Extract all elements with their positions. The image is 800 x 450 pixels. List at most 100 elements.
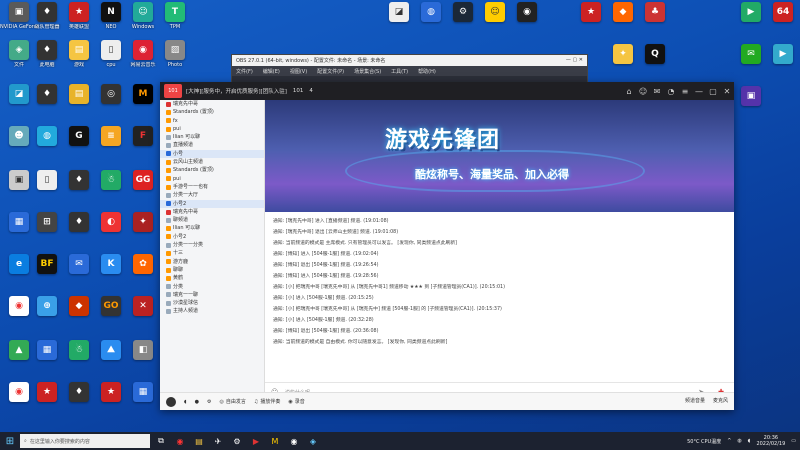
desktop-icon[interactable]: ★ 英雄联盟 [62, 2, 96, 38]
desktop-icon[interactable]: ⊞ [30, 212, 64, 248]
minimize-icon[interactable]: — [692, 84, 706, 98]
channel-item[interactable]: 小号 [160, 149, 264, 159]
desktop-icon[interactable]: T TPM [158, 2, 192, 38]
channel-item[interactable]: 瑞克先中哥 [160, 208, 264, 216]
desktop-icon[interactable]: ◍ [30, 126, 64, 162]
desktop-icon[interactable]: ◪ [382, 2, 416, 38]
menu-item[interactable]: 工具(T) [391, 68, 408, 75]
channel-item[interactable]: Ilian 可以聊 [160, 133, 264, 141]
desktop-icon[interactable]: ◧ [126, 340, 160, 376]
explorer-icon[interactable]: ▤ [191, 433, 207, 449]
desktop-icon[interactable]: ★ [94, 382, 128, 418]
mic-status-label[interactable]: 麦克风 [713, 397, 728, 404]
desktop-icon[interactable]: ♦ [62, 212, 96, 248]
app-icon[interactable]: M [267, 433, 283, 449]
desktop-icon[interactable]: ◎ [94, 84, 128, 120]
settings-icon[interactable]: ⚙ [207, 399, 211, 405]
desktop-icon[interactable]: ≡ [94, 126, 128, 162]
desktop-icon[interactable]: ♣ [638, 2, 672, 38]
desktop-icon[interactable]: ♦ 此电脑 [30, 40, 64, 76]
app-icon[interactable]: ◈ [305, 433, 321, 449]
channel-item[interactable]: 分类一大厅 [160, 191, 264, 199]
channel-item[interactable]: 瑞克一一聊 [160, 291, 264, 299]
desktop-icon[interactable]: ◍ [414, 2, 448, 38]
desktop-icon[interactable]: ✉ [734, 44, 768, 80]
channel-item[interactable]: 游方鹿 [160, 258, 264, 266]
channel-item[interactable]: 直播频道 [160, 141, 264, 149]
desktop-icon[interactable]: 64 [766, 2, 800, 38]
channel-item[interactable]: 手游号一一也有 [160, 183, 264, 191]
desktop-icon[interactable]: ☃ [62, 340, 96, 376]
channel-item[interactable]: 聊频道 [160, 216, 264, 224]
channel-item[interactable]: 小号2 [160, 233, 264, 241]
voice-chat-window[interactable]: 101 [大神][服务中，开启优质服务][团队入驻] 101 4 ⌂ ☺ ✉ ◔… [160, 82, 734, 410]
desktop-icon[interactable]: ⚙ [446, 2, 480, 38]
desktop-icon[interactable]: ✕ [126, 296, 160, 332]
desktop-icon[interactable]: ☺ [478, 2, 512, 38]
channel-item[interactable]: pui [160, 175, 264, 183]
channel-item[interactable]: 云风山主频道 [160, 158, 264, 166]
desktop-icon[interactable]: ◐ [94, 212, 128, 248]
channel-item[interactable]: Standards (置顶) [160, 108, 264, 116]
menu-item[interactable]: 配置文件(P) [317, 68, 344, 75]
bell-icon[interactable]: ◔ [664, 84, 678, 98]
desktop-icon[interactable]: ✦ [126, 212, 160, 248]
desktop-icon[interactable]: ⊕ [30, 296, 64, 332]
channel-item[interactable]: 沙漠星球信 [160, 299, 264, 307]
desktop-icon[interactable]: ◉ [510, 2, 544, 38]
desktop-icon[interactable]: ✿ [126, 254, 160, 290]
menu-item[interactable]: 文件(F) [236, 68, 253, 75]
channel-item[interactable]: 分类 [160, 283, 264, 291]
desktop-icon[interactable]: ▶ [766, 44, 800, 80]
desktop-icon[interactable]: ♦ 战队管理器 [30, 2, 64, 38]
desktop-icon[interactable]: ✉ [62, 254, 96, 290]
desktop-icon[interactable]: ♦ [62, 170, 96, 206]
desktop-icon[interactable]: ★ [30, 382, 64, 418]
desktop-icon[interactable]: F [126, 126, 160, 162]
maximize-icon[interactable]: ▢ [706, 84, 720, 98]
channel-item[interactable]: Ilian 可以聊 [160, 224, 264, 232]
home-icon[interactable]: ⌂ [622, 84, 636, 98]
desktop-icon[interactable]: GO [94, 296, 128, 332]
desktop-icon[interactable]: ▤ 游戏 [62, 40, 96, 76]
obs-icon[interactable]: ◉ [286, 433, 302, 449]
avatar[interactable] [166, 396, 176, 407]
notification-icon[interactable]: ▭ [791, 438, 796, 444]
desktop-icon[interactable]: K [94, 254, 128, 290]
channel-item[interactable]: 主持人频道 [160, 307, 264, 315]
task-view-icon[interactable]: ⧉ [153, 433, 169, 449]
windows-start-icon[interactable]: ⊞ [0, 432, 20, 450]
desktop-icon[interactable]: ▤ [62, 84, 96, 120]
desktop-icon[interactable]: ☺ Windows [126, 2, 160, 38]
channel-item[interactable]: 分类一一分类 [160, 241, 264, 249]
network-icon[interactable]: ◍ [737, 438, 741, 444]
menu-item[interactable]: 视图(V) [290, 68, 307, 75]
chevron-up-icon[interactable]: ^ [727, 438, 731, 444]
channel-item[interactable]: 十三 [160, 249, 264, 257]
channel-item[interactable]: pui [160, 125, 264, 133]
promo-banner[interactable]: 游戏先锋团 酷炫称号、海量奖品、加入必得 [265, 100, 734, 212]
channel-item[interactable]: Standards (置顶) [160, 166, 264, 174]
volume-icon[interactable]: ◖ [748, 438, 751, 444]
user-icon[interactable]: ☺ [636, 84, 650, 98]
speaker-icon[interactable]: ◖ [184, 399, 187, 405]
channel-item[interactable]: fx [160, 117, 264, 125]
desktop-icon[interactable]: G [62, 126, 96, 162]
play-accompaniment-button[interactable]: ♫ 播放伴奏 [254, 398, 281, 406]
channel-item[interactable]: 聊聊 [160, 266, 264, 274]
app-icon[interactable]: ▶ [248, 433, 264, 449]
desktop-icon[interactable]: ▦ [30, 340, 64, 376]
desktop-icon[interactable]: ✦ [606, 44, 640, 80]
desktop-icon[interactable]: ▶ [734, 2, 768, 38]
record-button[interactable]: ◉ 录音 [288, 398, 304, 406]
desktop-icon[interactable]: ♦ [30, 84, 64, 120]
chat-icon[interactable]: ✉ [650, 84, 664, 98]
menu-icon[interactable]: ≡ [678, 84, 692, 98]
close-icon[interactable]: ✕ [720, 84, 734, 98]
window-controls[interactable]: — ▢ ✕ [566, 57, 583, 64]
clock[interactable]: 20:36 2022/02/19 [756, 435, 785, 447]
desktop-icon[interactable]: ◆ [606, 2, 640, 38]
chrome-icon[interactable]: ◉ [172, 433, 188, 449]
menu-item[interactable]: 帮助(H) [418, 68, 436, 75]
menu-item[interactable]: 编辑(E) [263, 68, 280, 75]
